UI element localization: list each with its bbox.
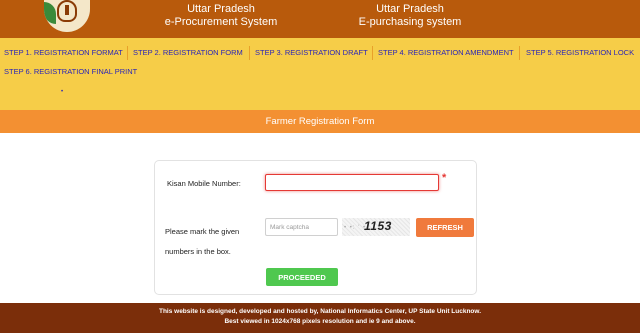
up-government-emblem-icon [44, 0, 90, 32]
header-right-line2: E-purchasing system [358, 16, 462, 28]
mobile-number-label: Kisan Mobile Number: [167, 179, 241, 188]
site-header: Uttar Pradesh e-Procurement System Uttar… [0, 0, 640, 38]
steps-nav: STEP 1. REGISTRATION FORMAT STEP 2. REGI… [0, 38, 640, 110]
eprocurement-title: Uttar Pradesh e-Procurement System [162, 3, 280, 29]
proceed-button[interactable]: PROCEEDED [266, 268, 338, 286]
nav-divider [372, 46, 373, 60]
registration-form-panel: Kisan Mobile Number: * Please mark the g… [154, 160, 477, 295]
nav-divider [519, 46, 520, 60]
nav-divider [249, 46, 250, 60]
epurchasing-title: Uttar Pradesh E-purchasing system [350, 3, 470, 29]
required-marker: * [442, 172, 447, 184]
bullet-dot: • [61, 89, 64, 95]
nav-step2-registration-form[interactable]: STEP 2. REGISTRATION FORM [133, 42, 243, 64]
nav-step6-registration-final-print[interactable]: STEP 6. REGISTRATION FINAL PRINT [4, 65, 137, 79]
captcha-image: • •: ' •, 1153 [342, 218, 410, 236]
nav-step5-registration-lock[interactable]: STEP 5. REGISTRATION LOCK [526, 42, 634, 64]
footer-browser-note: Best viewed in 1024x768 pixels resolutio… [224, 318, 416, 325]
captcha-instruction-line2: numbers in the box. [165, 247, 231, 256]
refresh-captcha-button[interactable]: REFRESH [416, 218, 474, 237]
site-footer: This website is designed, developed and … [0, 303, 640, 333]
header-right-line1: Uttar Pradesh [376, 3, 444, 15]
nav-divider [127, 46, 128, 60]
captcha-instruction-line1: Please mark the given [165, 227, 240, 236]
header-left-line2: e-Procurement System [164, 16, 278, 28]
mobile-number-input[interactable] [265, 174, 439, 191]
footer-credit-text: This website is designed, developed and … [158, 308, 482, 315]
nav-step3-registration-draft[interactable]: STEP 3. REGISTRATION DRAFT [255, 42, 368, 64]
nav-step1-registration-format[interactable]: STEP 1. REGISTRATION FORMAT [4, 42, 123, 64]
captcha-code: 1153 [364, 219, 392, 233]
form-title: Farmer Registration Form [0, 110, 640, 133]
header-left-line1: Uttar Pradesh [187, 3, 255, 15]
nav-step4-registration-amendment[interactable]: STEP 4. REGISTRATION AMENDMENT [378, 42, 514, 64]
captcha-input[interactable] [265, 218, 338, 236]
